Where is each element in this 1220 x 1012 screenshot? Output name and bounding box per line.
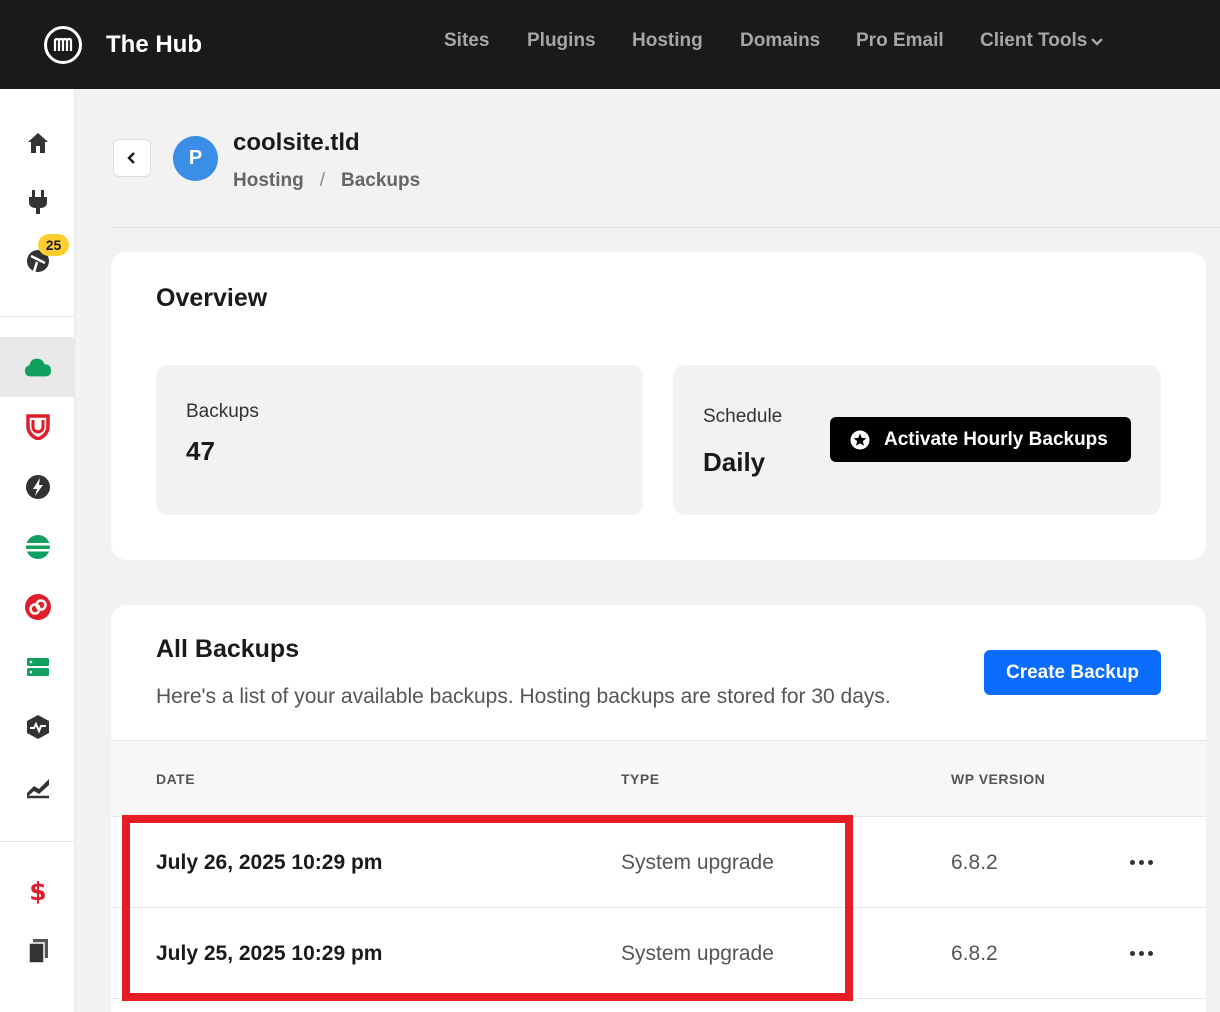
schedule-stat-box: Schedule Daily Activate Hourly Backups — [673, 365, 1161, 515]
chevron-down-icon — [1091, 30, 1104, 52]
server-icon[interactable] — [24, 653, 52, 681]
hub-logo-icon[interactable] — [44, 26, 82, 64]
backups-stat-box: Backups 47 — [156, 365, 643, 515]
site-avatar: P — [173, 136, 218, 181]
chevron-left-icon — [127, 152, 135, 164]
dollar-icon[interactable]: $ — [24, 877, 52, 905]
nav-hosting[interactable]: Hosting — [632, 30, 703, 52]
nav-sites[interactable]: Sites — [444, 30, 489, 52]
more-options-icon[interactable] — [1126, 847, 1156, 877]
nav-pro-email[interactable]: Pro Email — [856, 30, 944, 52]
cloud-icon[interactable] — [24, 353, 52, 381]
sidebar-divider — [0, 316, 74, 317]
schedule-value: Daily — [703, 447, 766, 477]
activate-hourly-backups-label: Activate Hourly Backups — [884, 428, 1108, 450]
column-wp-version[interactable]: WP VERSION — [951, 771, 1045, 787]
nav-client-tools[interactable]: Client Tools — [980, 30, 1104, 52]
bolt-icon[interactable] — [24, 473, 52, 501]
header-divider — [111, 227, 1220, 228]
overview-title: Overview — [156, 284, 268, 312]
star-icon — [850, 430, 870, 450]
backup-wp-version: 6.8.2 — [951, 942, 998, 965]
link-icon[interactable] — [24, 593, 52, 621]
plug-icon[interactable] — [24, 188, 52, 216]
all-backups-title: All Backups — [156, 635, 300, 663]
documents-icon[interactable] — [24, 937, 52, 965]
site-title: coolsite.tld — [233, 129, 360, 156]
home-icon[interactable] — [24, 129, 52, 157]
back-button[interactable] — [113, 139, 151, 177]
backup-type: System upgrade — [621, 942, 774, 965]
table-row[interactable]: July 26, 2025 10:29 pm System upgrade 6.… — [111, 817, 1206, 908]
breadcrumb-hosting[interactable]: Hosting — [233, 170, 304, 191]
top-bar: The Hub Sites Plugins Hosting Domains Pr… — [0, 0, 1220, 89]
backups-count: 47 — [186, 436, 215, 466]
backup-wp-version: 6.8.2 — [951, 851, 998, 874]
create-backup-button[interactable]: Create Backup — [984, 650, 1161, 695]
nav-domains[interactable]: Domains — [740, 30, 820, 52]
nav-client-tools-label: Client Tools — [980, 30, 1088, 52]
backup-date: July 25, 2025 10:29 pm — [156, 942, 383, 965]
updates-badge: 25 — [38, 234, 69, 256]
table-row[interactable]: July 25, 2025 10:29 pm System upgrade 6.… — [111, 908, 1206, 999]
nav-plugins[interactable]: Plugins — [527, 30, 596, 52]
breadcrumb-backups: Backups — [341, 170, 421, 191]
backups-label: Backups — [186, 401, 259, 422]
analytics-icon[interactable] — [24, 773, 52, 801]
breadcrumb-separator: / — [319, 170, 325, 191]
stripes-icon[interactable] — [24, 533, 52, 561]
uptime-icon[interactable] — [24, 713, 52, 741]
column-type[interactable]: TYPE — [621, 771, 660, 787]
activate-hourly-backups-button[interactable]: Activate Hourly Backups — [830, 417, 1131, 462]
schedule-label: Schedule — [703, 406, 783, 427]
sidebar-divider — [0, 841, 74, 842]
all-backups-card: All Backups Here's a list of your availa… — [111, 605, 1206, 1012]
breadcrumb: Hosting / Backups — [233, 170, 420, 192]
svg-text:$: $ — [29, 877, 46, 905]
all-backups-description: Here's a list of your available backups.… — [156, 685, 891, 708]
backup-type: System upgrade — [621, 851, 774, 874]
sidebar: 25 $ — [0, 89, 75, 1012]
more-options-icon[interactable] — [1126, 938, 1156, 968]
table-header: DATE TYPE WP VERSION — [111, 740, 1206, 817]
overview-card: Overview Backups 47 Schedule Daily Activ… — [111, 252, 1206, 560]
backup-date: July 26, 2025 10:29 pm — [156, 851, 383, 874]
brand-title[interactable]: The Hub — [106, 31, 202, 59]
shield-icon[interactable] — [24, 413, 52, 441]
column-date[interactable]: DATE — [156, 771, 195, 787]
